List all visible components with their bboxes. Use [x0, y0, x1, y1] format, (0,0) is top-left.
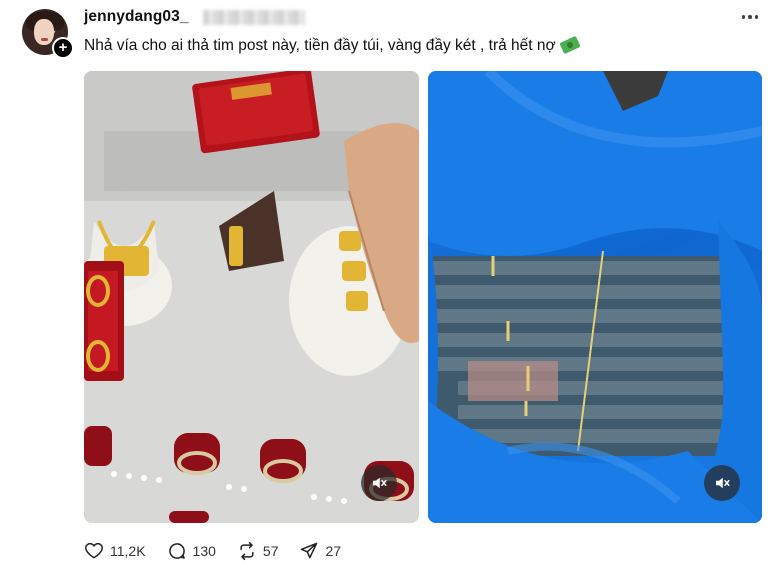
jewelry-scene: [84, 71, 419, 523]
repost-icon: [240, 541, 254, 561]
username[interactable]: jennydang03_: [84, 8, 189, 26]
send-icon: [301, 542, 318, 559]
mute-toggle-right[interactable]: [704, 465, 740, 501]
mute-toggle-left[interactable]: [361, 465, 397, 501]
comment-count: 130: [192, 543, 216, 559]
more-options-icon[interactable]: [738, 8, 762, 26]
post-caption: Nhả vía cho ai thả tim post này, tiền đầ…: [84, 35, 581, 55]
repost-count: 57: [262, 543, 279, 559]
action-bar: 11,2K 130 57 27: [84, 541, 362, 561]
speaker-muted-icon: [716, 477, 730, 489]
like-button[interactable]: 11,2K: [84, 541, 146, 561]
heart-icon: [85, 542, 103, 559]
video-jewelry[interactable]: [84, 71, 419, 523]
share-button[interactable]: 27: [299, 541, 341, 561]
repost-button[interactable]: 57: [237, 541, 279, 561]
caption-text: Nhả vía cho ai thả tim post này, tiền đầ…: [84, 37, 556, 54]
money-with-wings-icon: [559, 35, 581, 55]
share-count: 27: [325, 543, 342, 559]
comment-button[interactable]: 130: [167, 541, 216, 561]
speaker-muted-icon: [373, 477, 387, 489]
video-money-bag[interactable]: [428, 71, 762, 523]
follow-plus-icon[interactable]: +: [52, 37, 74, 59]
money-bag-scene: [428, 71, 762, 523]
like-count: 11,2K: [110, 543, 146, 559]
blurred-metadata: [203, 10, 305, 25]
comment-icon: [168, 543, 185, 559]
avatar[interactable]: +: [22, 9, 74, 59]
